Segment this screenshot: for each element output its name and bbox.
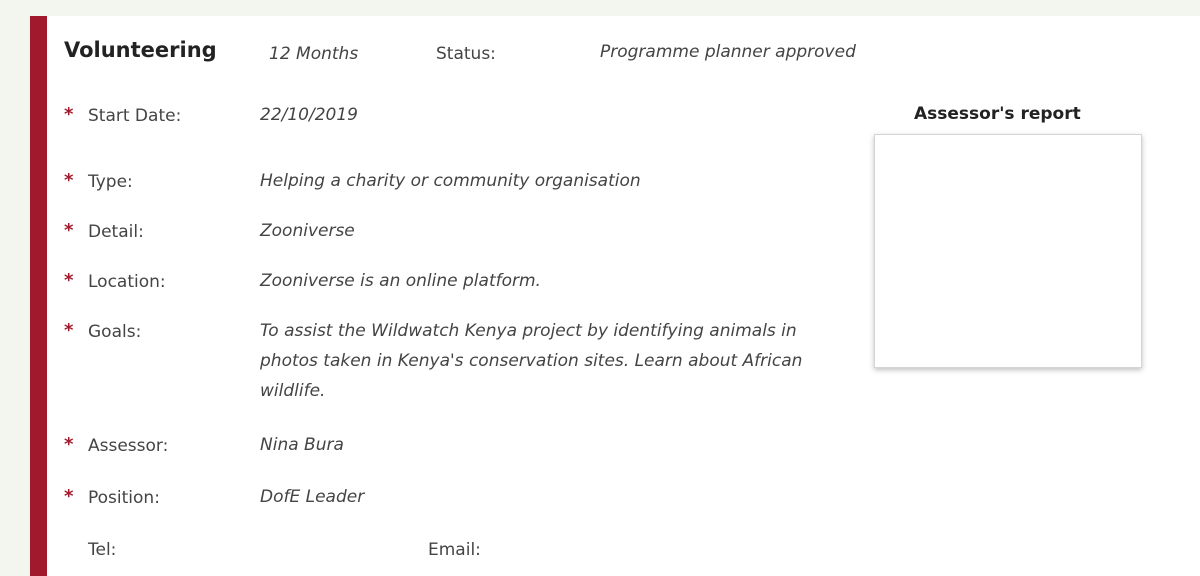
required-marker: *	[64, 434, 74, 455]
location-label: Location:	[88, 272, 166, 292]
email-label: Email:	[428, 540, 481, 560]
status-label: Status:	[436, 44, 496, 64]
assessor-label: Assessor:	[88, 436, 169, 456]
required-marker: *	[64, 170, 74, 191]
type-value: Helping a charity or community organisat…	[260, 171, 641, 191]
position-value: DofE Leader	[260, 487, 365, 507]
goals-value: To assist the Wildwatch Kenya project by…	[260, 321, 803, 401]
tel-label: Tel:	[88, 540, 117, 560]
start-date-label: Start Date:	[88, 106, 182, 126]
required-marker: *	[64, 220, 74, 241]
detail-label: Detail:	[88, 222, 144, 242]
status-value: Programme planner approved	[600, 42, 856, 62]
required-marker: *	[64, 104, 74, 125]
required-marker: *	[64, 270, 74, 291]
location-value: Zooniverse is an online platform.	[260, 271, 541, 291]
assessor-report-title: Assessor's report	[914, 104, 1081, 124]
activity-header: Volunteering 12 Months Status: Programme…	[64, 38, 964, 78]
required-marker: *	[64, 486, 74, 507]
required-marker: *	[64, 320, 74, 341]
duration-value: 12 Months	[269, 44, 359, 64]
position-label: Position:	[88, 488, 160, 508]
detail-value: Zooniverse	[260, 221, 355, 241]
activity-panel: Volunteering 12 Months Status: Programme…	[30, 16, 1200, 576]
assessor-value: Nina Bura	[260, 435, 344, 455]
accent-bar	[30, 16, 47, 576]
section-title: Volunteering	[64, 38, 217, 62]
start-date-value: 22/10/2019	[260, 105, 358, 125]
type-label: Type:	[88, 172, 133, 192]
assessor-report-box[interactable]	[874, 134, 1142, 368]
goals-label: Goals:	[88, 322, 142, 342]
